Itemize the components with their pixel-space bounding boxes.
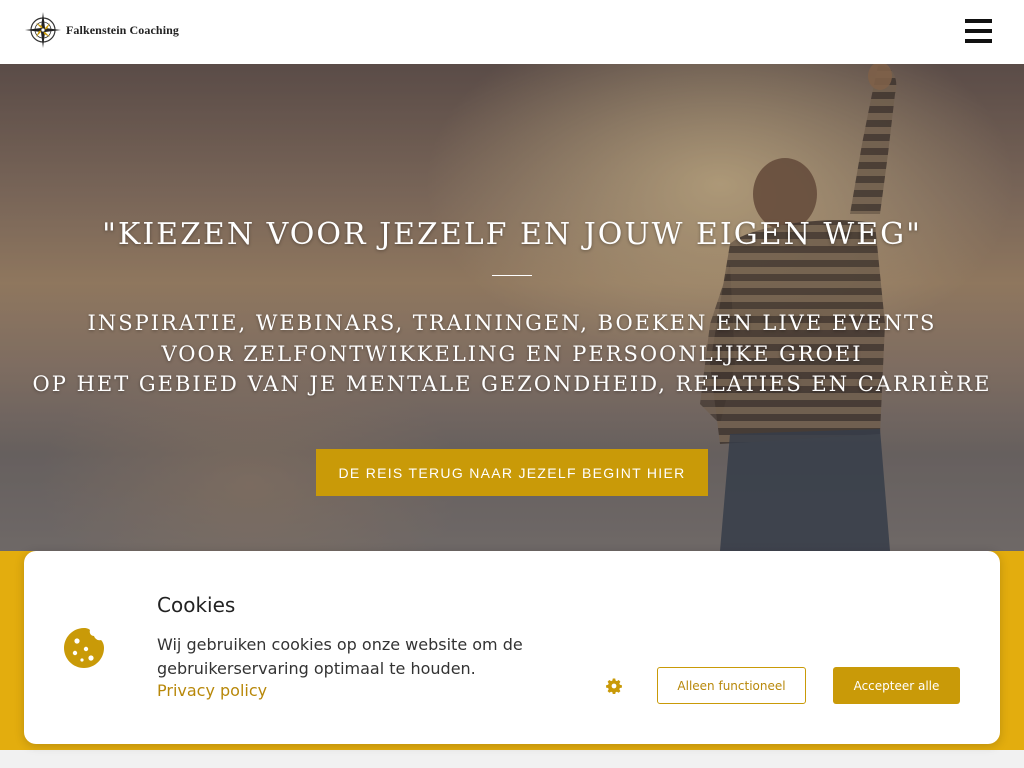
hero-section: "KIEZEN VOOR JEZELF EN JOUW EIGEN WEG" I… <box>0 64 1024 551</box>
hero-divider <box>492 275 532 276</box>
site-logo[interactable]: Falkenstein Coaching <box>24 11 179 49</box>
hero-subtitle-line: VOOR ZELFONTWIKKELING EN PERSOONLIJKE GR… <box>161 342 863 366</box>
menu-bar <box>965 19 992 23</box>
privacy-policy-link[interactable]: Privacy policy <box>157 681 267 700</box>
hero-subtitle-line: OP HET GEBIED VAN JE MENTALE GEZONDHEID,… <box>32 372 992 396</box>
cookie-icon <box>64 628 104 668</box>
cta-button[interactable]: DE REIS TERUG NAAR JEZELF BEGINT HIER <box>316 449 708 496</box>
accept-all-button[interactable]: Accepteer alle <box>833 667 960 704</box>
hamburger-menu-icon[interactable] <box>965 19 992 44</box>
logo-text: Falkenstein Coaching <box>66 22 180 37</box>
hero-subtitle-line: INSPIRATIE, WEBINARS, TRAININGEN, BOEKEN… <box>87 311 937 335</box>
menu-bar <box>965 29 992 33</box>
compass-icon <box>25 12 61 48</box>
cookie-title: Cookies <box>157 593 236 617</box>
functional-only-button[interactable]: Alleen functioneel <box>657 667 806 704</box>
cookie-body-text: Wij gebruiken cookies op onze website om… <box>157 635 523 678</box>
hero-title: "KIEZEN VOOR JEZELF EN JOUW EIGEN WEG" <box>102 217 922 252</box>
gear-icon[interactable] <box>606 678 622 694</box>
site-header: Falkenstein Coaching <box>0 0 1024 64</box>
menu-bar <box>965 39 992 43</box>
cookie-banner: Cookies Wij gebruiken cookies op onze we… <box>24 551 1000 744</box>
